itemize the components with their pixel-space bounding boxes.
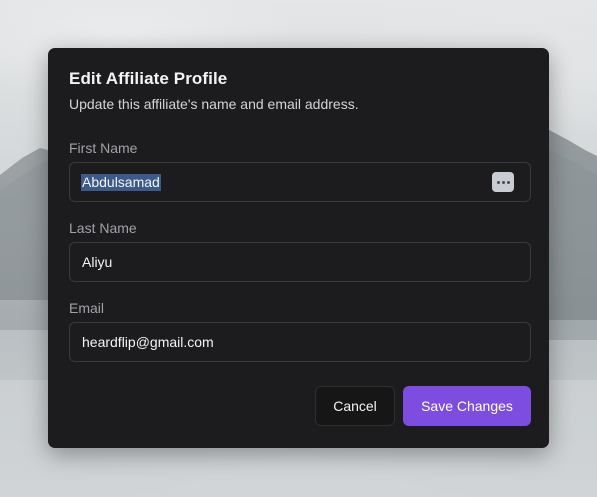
email-field[interactable]: heardflip@gmail.com [69, 322, 531, 362]
email-label: Email [69, 300, 105, 316]
edit-affiliate-dialog: Edit Affiliate Profile Update this affil… [48, 48, 549, 448]
first-name-field[interactable]: Abdulsamad [69, 162, 531, 202]
first-name-label: First Name [69, 140, 138, 156]
dialog-title: Edit Affiliate Profile [69, 69, 228, 88]
last-name-label: Last Name [69, 220, 137, 236]
save-changes-button[interactable]: Save Changes [403, 386, 531, 426]
email-value[interactable]: heardflip@gmail.com [82, 334, 214, 351]
more-dots-icon[interactable] [492, 172, 514, 192]
dialog-subtitle: Update this affiliate's name and email a… [69, 96, 359, 112]
last-name-value[interactable]: Aliyu [82, 254, 112, 271]
first-name-value[interactable]: Abdulsamad [81, 174, 161, 191]
cancel-button[interactable]: Cancel [315, 386, 395, 426]
last-name-field[interactable]: Aliyu [69, 242, 531, 282]
